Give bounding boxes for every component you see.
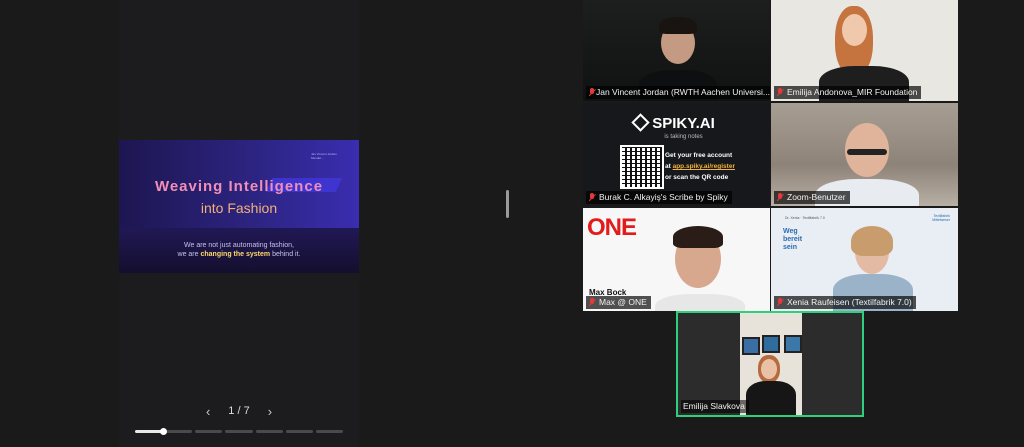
page-indicator: 1 / 7: [228, 405, 250, 417]
video-tile[interactable]: Zoom-Benutzer: [771, 103, 958, 206]
slide: Jan Vincent Jordan · Mendel... Weaving I…: [119, 140, 359, 273]
mic-muted-icon: [776, 193, 784, 202]
headline-line2: bereit: [783, 236, 803, 243]
slide-progress-segment[interactable]: [165, 430, 193, 433]
virtual-background-headline: Weg bereit sein: [783, 228, 802, 252]
slide-progress-segment[interactable]: [225, 430, 253, 433]
slide-subtitle-post: behind it.: [270, 251, 301, 258]
participant-video: [740, 313, 802, 415]
slide-pager: ‹ 1 / 7 ›: [119, 402, 359, 420]
spiky-status: is taking notes: [664, 134, 703, 140]
presentation-panel: Jan Vincent Jordan · Mendel... Weaving I…: [119, 0, 359, 447]
participant-name-tag: Emilija Andonova_MIR Foundation: [774, 86, 922, 99]
active-speaker-tile[interactable]: Emilija Slavkova: [676, 311, 864, 417]
spiky-brand: SPIKY.AI: [652, 115, 715, 132]
video-tile[interactable]: ONE Max Bock Max @ ONE: [583, 208, 770, 311]
one-logo: ONE: [587, 214, 637, 241]
video-tile[interactable]: Jan Vincent Jordan (RWTH Aachen Universi…: [583, 0, 770, 101]
slide-progress-knob[interactable]: [160, 428, 167, 435]
participant-name-tag: Jan Vincent Jordan (RWTH Aachen Universi…: [586, 86, 770, 99]
participant-name: Max @ ONE: [599, 297, 647, 307]
mic-muted-icon: [776, 88, 784, 97]
slide-title-line2: into Fashion: [200, 200, 278, 216]
participant-name: Emilija Andonova_MIR Foundation: [787, 87, 918, 97]
participant-name: Jan Vincent Jordan (RWTH Aachen Universi…: [595, 87, 770, 97]
mic-muted-icon: [776, 298, 784, 307]
spiky-cta-line3: or scan the QR code: [665, 174, 729, 181]
mic-muted-icon: [588, 298, 596, 307]
spiky-cta: Get your free account at app.spiky.ai/re…: [665, 150, 735, 183]
participant-name-tag: Xenia Raufeisen (Textilfabrik 7.0): [774, 296, 916, 309]
participant-name-tag: Max @ ONE: [586, 296, 651, 309]
next-slide-button[interactable]: ›: [268, 404, 272, 419]
slide-progress-segment[interactable]: [195, 430, 223, 433]
slide-subtitle: We are not just automating fashion, we a…: [119, 241, 359, 259]
slide-subtitle-highlight: changing the system: [200, 251, 271, 258]
headline-line3: sein: [783, 244, 798, 251]
participant-name-tag: Emilija Slavkova: [681, 400, 749, 413]
spiky-register-link: app.spiky.ai/register: [672, 163, 735, 170]
spiky-cta-line1: Get your free account: [665, 152, 733, 159]
participant-name-tag: Burak C. Alkayiş's Scribe by Spiky: [586, 191, 732, 204]
prev-slide-button[interactable]: ‹: [206, 404, 210, 419]
slide-subtitle-line1: We are not just automating fashion,: [184, 242, 294, 249]
slide-progress-segment[interactable]: [135, 430, 163, 433]
slide-progress-segment[interactable]: [315, 430, 343, 433]
slide-progress-segment[interactable]: [255, 430, 283, 433]
participant-name: Xenia Raufeisen (Textilfabrik 7.0): [787, 297, 912, 307]
spiky-cta-pre: at: [665, 163, 673, 170]
video-tile[interactable]: Dr. Xenia · Textilfabrik 7.0 Textilfabri…: [771, 208, 958, 311]
participant-name: Emilija Slavkova: [683, 401, 745, 411]
video-tile[interactable]: SPIKY.AI is taking notes Get your free a…: [583, 103, 770, 206]
qr-code-icon: [620, 145, 664, 189]
slide-subtitle-pre: we are: [177, 251, 201, 258]
slide-progress-segment[interactable]: [285, 430, 313, 433]
virtual-background-text: Dr. Xenia · Textilfabrik 7.0: [785, 216, 825, 220]
participant-name: Zoom-Benutzer: [787, 192, 846, 202]
video-tile[interactable]: Emilija Andonova_MIR Foundation: [771, 0, 958, 101]
panel-resize-handle[interactable]: [506, 190, 509, 218]
headline-line1: Weg: [783, 228, 798, 235]
slide-logo: Jan Vincent Jordan · Mendel...: [311, 152, 339, 160]
textilfabrik-logo: Textilfabrik Mittelweser: [932, 214, 950, 222]
slide-title: Weaving Intelligence: [154, 178, 324, 195]
mic-muted-icon: [588, 88, 594, 97]
participant-name: Burak C. Alkayiş's Scribe by Spiky: [599, 192, 728, 202]
mic-muted-icon: [588, 193, 596, 202]
participant-name-tag: Zoom-Benutzer: [774, 191, 850, 204]
